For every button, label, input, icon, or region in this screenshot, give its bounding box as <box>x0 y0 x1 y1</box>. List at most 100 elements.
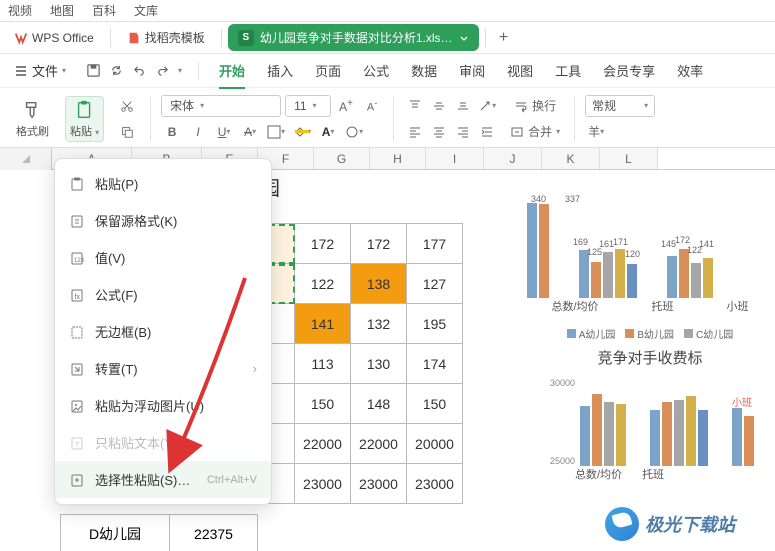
cell[interactable]: 122 <box>295 264 351 304</box>
qat-more-icon[interactable]: ▾ <box>178 66 182 75</box>
indent-button[interactable] <box>476 121 498 143</box>
cell[interactable]: 195 <box>407 304 463 344</box>
nav-item[interactable]: 地图 <box>50 2 74 19</box>
format-brush-button[interactable]: 格式刷 <box>12 97 53 141</box>
redo-icon[interactable] <box>155 63 170 78</box>
strikethrough-button[interactable]: A▾ <box>239 121 261 143</box>
col-header[interactable]: L <box>600 148 658 169</box>
tab-data[interactable]: 数据 <box>411 61 437 80</box>
tab-current-file[interactable]: S 幼儿园竞争对手数据对比分析1.xls… <box>228 24 479 51</box>
clipboard-icon <box>69 176 85 192</box>
cell[interactable]: 22000 <box>351 424 407 464</box>
tab-home[interactable]: 开始 <box>219 61 245 80</box>
cell[interactable]: 113 <box>295 344 351 384</box>
tab-membership[interactable]: 会员专享 <box>603 61 655 80</box>
tab-page[interactable]: 页面 <box>315 61 341 80</box>
font-color-button[interactable]: A▾ <box>317 121 339 143</box>
align-left-button[interactable] <box>404 121 426 143</box>
menu-item-values[interactable]: 123 值(V) <box>55 239 271 276</box>
save-icon[interactable] <box>86 63 101 78</box>
cell[interactable]: 22000 <box>295 424 351 464</box>
nav-item[interactable]: 视频 <box>8 2 32 19</box>
cell[interactable]: 20000 <box>407 424 463 464</box>
merge-cells-button[interactable]: 合并▾ <box>506 121 564 143</box>
label: 只粘贴文本(Y) <box>95 433 177 452</box>
tab-review[interactable]: 审阅 <box>459 61 485 80</box>
currency-button[interactable]: 羊▾ <box>585 121 607 143</box>
font-size-select[interactable]: 11 ▾ <box>285 95 331 117</box>
file-menu-button[interactable]: 文件 ▾ <box>6 57 74 84</box>
align-middle-button[interactable] <box>428 95 450 117</box>
cell[interactable]: 22375 <box>170 514 258 551</box>
bar-chart-1[interactable]: 340 337 169 125 161 171 120 145 172 <box>525 194 775 324</box>
tab-wps-home[interactable]: WPS Office <box>4 27 104 49</box>
font-name-select[interactable]: 宋体 ▾ <box>161 95 281 117</box>
tab-efficiency[interactable]: 效率 <box>677 61 703 80</box>
cell[interactable]: 127 <box>407 264 463 304</box>
wrap-text-button[interactable]: 换行 <box>506 95 564 117</box>
paste-button[interactable]: 粘贴 ▾ <box>65 96 104 142</box>
select-all-corner[interactable] <box>0 148 52 170</box>
align-right-button[interactable] <box>452 121 474 143</box>
cell[interactable]: 23000 <box>351 464 407 504</box>
tab-docer-templates[interactable]: 找稻壳模板 <box>117 25 215 50</box>
cell-highlighted[interactable]: 141 <box>295 304 351 344</box>
clipboard-formula-icon: fx <box>69 287 85 303</box>
cell[interactable]: 150 <box>407 384 463 424</box>
col-header[interactable]: H <box>370 148 426 169</box>
cell[interactable]: 132 <box>351 304 407 344</box>
cell[interactable]: 23000 <box>407 464 463 504</box>
align-bottom-button[interactable] <box>452 95 474 117</box>
table-row: 23000 23000 23000 <box>259 464 463 504</box>
cell[interactable]: 172 <box>295 224 351 264</box>
copy-button[interactable] <box>116 121 138 143</box>
cell[interactable]: 23000 <box>295 464 351 504</box>
wps-logo-icon <box>14 31 28 45</box>
number-format-select[interactable]: 常规 ▾ <box>585 95 655 117</box>
cell[interactable]: 172 <box>351 224 407 264</box>
border-button[interactable]: ▾ <box>265 121 287 143</box>
menu-item-formulas[interactable]: fx 公式(F) <box>55 276 271 313</box>
cell[interactable]: D幼儿园 <box>60 514 170 551</box>
col-header[interactable]: I <box>426 148 484 169</box>
undo-icon[interactable] <box>132 63 147 78</box>
col-header[interactable]: G <box>314 148 370 169</box>
fill-color-button[interactable]: ▾ <box>291 121 313 143</box>
bar-chart-2[interactable]: 30000 25000 小班 总数/均 <box>525 378 775 488</box>
decrease-font-button[interactable]: A- <box>361 95 383 117</box>
menu-item-paste-special[interactable]: 选择性粘贴(S)… Ctrl+Alt+V <box>55 461 271 498</box>
embedded-charts[interactable]: 340 337 169 125 161 171 120 145 172 <box>525 190 775 551</box>
cut-button[interactable] <box>116 95 138 117</box>
tab-insert[interactable]: 插入 <box>267 61 293 80</box>
tab-view[interactable]: 视图 <box>507 61 533 80</box>
cell-highlighted[interactable]: 138 <box>351 264 407 304</box>
cell[interactable]: 177 <box>407 224 463 264</box>
cell[interactable]: 130 <box>351 344 407 384</box>
col-header[interactable]: K <box>542 148 600 169</box>
nav-item[interactable]: 文库 <box>134 2 158 19</box>
cell[interactable]: 148 <box>351 384 407 424</box>
menu-item-as-picture[interactable]: 粘贴为浮动图片(U) <box>55 387 271 424</box>
col-header[interactable]: J <box>484 148 542 169</box>
sync-icon[interactable] <box>109 63 124 78</box>
nav-item[interactable]: 百科 <box>92 2 116 19</box>
italic-button[interactable]: I <box>187 121 209 143</box>
menu-item-no-border[interactable]: 无边框(B) <box>55 313 271 350</box>
cell[interactable]: 174 <box>407 344 463 384</box>
tab-tools[interactable]: 工具 <box>555 61 581 80</box>
menu-item-keep-source[interactable]: 保留源格式(K) <box>55 202 271 239</box>
tab-formula[interactable]: 公式 <box>363 61 389 80</box>
underline-button[interactable]: U▾ <box>213 121 235 143</box>
bold-button[interactable]: B <box>161 121 183 143</box>
cell[interactable]: 150 <box>295 384 351 424</box>
orientation-button[interactable]: ▾ <box>476 95 498 117</box>
tab-add-button[interactable]: + <box>492 26 516 50</box>
menu-item-transpose[interactable]: 转置(T) › <box>55 350 271 387</box>
align-top-button[interactable] <box>404 95 426 117</box>
phonetic-button[interactable]: ▾ <box>343 121 365 143</box>
increase-font-button[interactable]: A+ <box>335 95 357 117</box>
dropdown-icon[interactable] <box>459 33 469 43</box>
align-center-button[interactable] <box>428 121 450 143</box>
data-table[interactable]: 172 172 177 122 138 127 141 132 195 113 … <box>258 223 463 504</box>
menu-item-paste[interactable]: 粘贴(P) <box>55 165 271 202</box>
